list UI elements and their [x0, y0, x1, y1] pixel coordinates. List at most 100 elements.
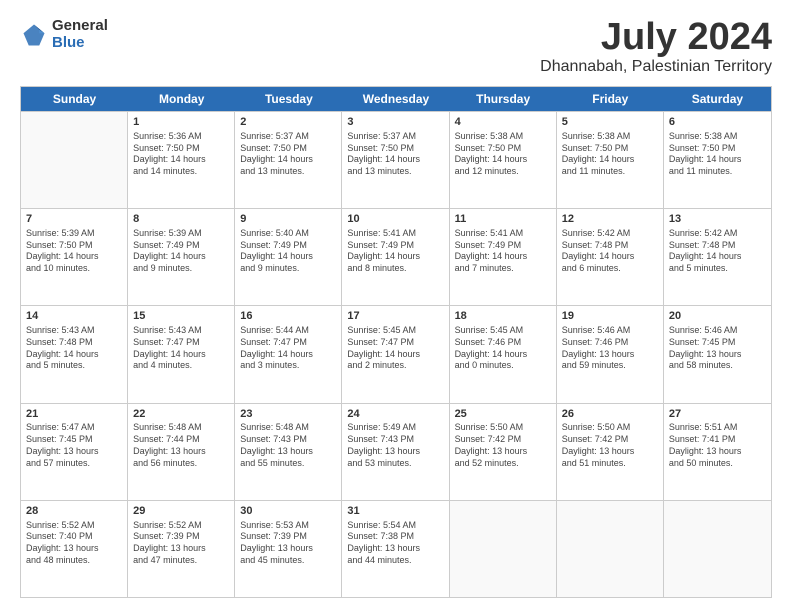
day-info: Sunrise: 5:51 AM Sunset: 7:41 PM Dayligh…: [669, 422, 766, 469]
day-number: 21: [26, 407, 122, 422]
day-header-tuesday: Tuesday: [235, 87, 342, 111]
day-cell-16: 16Sunrise: 5:44 AM Sunset: 7:47 PM Dayli…: [235, 306, 342, 402]
day-number: 18: [455, 309, 551, 324]
header: General Blue July 2024 Dhannabah, Palest…: [20, 18, 772, 76]
day-cell-9: 9Sunrise: 5:40 AM Sunset: 7:49 PM Daylig…: [235, 209, 342, 305]
day-number: 25: [455, 407, 551, 422]
day-number: 9: [240, 212, 336, 227]
title-block: July 2024 Dhannabah, Palestinian Territo…: [540, 18, 772, 76]
day-info: Sunrise: 5:36 AM Sunset: 7:50 PM Dayligh…: [133, 131, 229, 178]
day-number: 1: [133, 115, 229, 130]
day-cell-21: 21Sunrise: 5:47 AM Sunset: 7:45 PM Dayli…: [21, 404, 128, 500]
day-info: Sunrise: 5:39 AM Sunset: 7:50 PM Dayligh…: [26, 228, 122, 275]
day-number: 7: [26, 212, 122, 227]
day-info: Sunrise: 5:46 AM Sunset: 7:45 PM Dayligh…: [669, 325, 766, 372]
day-number: 16: [240, 309, 336, 324]
empty-cell: [557, 501, 664, 597]
day-number: 19: [562, 309, 658, 324]
day-number: 2: [240, 115, 336, 130]
day-number: 8: [133, 212, 229, 227]
day-cell-22: 22Sunrise: 5:48 AM Sunset: 7:44 PM Dayli…: [128, 404, 235, 500]
day-cell-8: 8Sunrise: 5:39 AM Sunset: 7:49 PM Daylig…: [128, 209, 235, 305]
day-cell-15: 15Sunrise: 5:43 AM Sunset: 7:47 PM Dayli…: [128, 306, 235, 402]
month-title: July 2024: [540, 18, 772, 56]
day-cell-6: 6Sunrise: 5:38 AM Sunset: 7:50 PM Daylig…: [664, 112, 771, 208]
day-number: 13: [669, 212, 766, 227]
day-number: 20: [669, 309, 766, 324]
day-number: 30: [240, 504, 336, 519]
day-cell-18: 18Sunrise: 5:45 AM Sunset: 7:46 PM Dayli…: [450, 306, 557, 402]
day-cell-3: 3Sunrise: 5:37 AM Sunset: 7:50 PM Daylig…: [342, 112, 449, 208]
day-number: 10: [347, 212, 443, 227]
calendar-row-1: 1Sunrise: 5:36 AM Sunset: 7:50 PM Daylig…: [21, 111, 771, 208]
day-cell-26: 26Sunrise: 5:50 AM Sunset: 7:42 PM Dayli…: [557, 404, 664, 500]
day-number: 6: [669, 115, 766, 130]
day-number: 31: [347, 504, 443, 519]
day-info: Sunrise: 5:42 AM Sunset: 7:48 PM Dayligh…: [562, 228, 658, 275]
calendar: SundayMondayTuesdayWednesdayThursdayFrid…: [20, 86, 772, 598]
day-number: 29: [133, 504, 229, 519]
day-info: Sunrise: 5:48 AM Sunset: 7:44 PM Dayligh…: [133, 422, 229, 469]
day-info: Sunrise: 5:54 AM Sunset: 7:38 PM Dayligh…: [347, 520, 443, 567]
day-cell-28: 28Sunrise: 5:52 AM Sunset: 7:40 PM Dayli…: [21, 501, 128, 597]
day-number: 22: [133, 407, 229, 422]
day-info: Sunrise: 5:45 AM Sunset: 7:46 PM Dayligh…: [455, 325, 551, 372]
empty-cell: [664, 501, 771, 597]
day-number: 5: [562, 115, 658, 130]
day-cell-20: 20Sunrise: 5:46 AM Sunset: 7:45 PM Dayli…: [664, 306, 771, 402]
day-number: 17: [347, 309, 443, 324]
logo-general: General: [52, 18, 108, 35]
day-cell-25: 25Sunrise: 5:50 AM Sunset: 7:42 PM Dayli…: [450, 404, 557, 500]
day-header-thursday: Thursday: [450, 87, 557, 111]
day-header-sunday: Sunday: [21, 87, 128, 111]
day-cell-1: 1Sunrise: 5:36 AM Sunset: 7:50 PM Daylig…: [128, 112, 235, 208]
location-title: Dhannabah, Palestinian Territory: [540, 58, 772, 76]
empty-cell: [21, 112, 128, 208]
day-info: Sunrise: 5:48 AM Sunset: 7:43 PM Dayligh…: [240, 422, 336, 469]
logo-text: General Blue: [52, 18, 108, 51]
day-number: 28: [26, 504, 122, 519]
day-info: Sunrise: 5:53 AM Sunset: 7:39 PM Dayligh…: [240, 520, 336, 567]
day-info: Sunrise: 5:47 AM Sunset: 7:45 PM Dayligh…: [26, 422, 122, 469]
day-header-friday: Friday: [557, 87, 664, 111]
day-info: Sunrise: 5:40 AM Sunset: 7:49 PM Dayligh…: [240, 228, 336, 275]
day-cell-5: 5Sunrise: 5:38 AM Sunset: 7:50 PM Daylig…: [557, 112, 664, 208]
day-info: Sunrise: 5:38 AM Sunset: 7:50 PM Dayligh…: [455, 131, 551, 178]
day-info: Sunrise: 5:52 AM Sunset: 7:39 PM Dayligh…: [133, 520, 229, 567]
day-info: Sunrise: 5:39 AM Sunset: 7:49 PM Dayligh…: [133, 228, 229, 275]
day-cell-7: 7Sunrise: 5:39 AM Sunset: 7:50 PM Daylig…: [21, 209, 128, 305]
day-number: 12: [562, 212, 658, 227]
day-number: 4: [455, 115, 551, 130]
day-cell-19: 19Sunrise: 5:46 AM Sunset: 7:46 PM Dayli…: [557, 306, 664, 402]
day-cell-24: 24Sunrise: 5:49 AM Sunset: 7:43 PM Dayli…: [342, 404, 449, 500]
day-cell-30: 30Sunrise: 5:53 AM Sunset: 7:39 PM Dayli…: [235, 501, 342, 597]
day-cell-11: 11Sunrise: 5:41 AM Sunset: 7:49 PM Dayli…: [450, 209, 557, 305]
logo: General Blue: [20, 18, 108, 51]
calendar-row-4: 21Sunrise: 5:47 AM Sunset: 7:45 PM Dayli…: [21, 403, 771, 500]
day-header-saturday: Saturday: [664, 87, 771, 111]
day-info: Sunrise: 5:50 AM Sunset: 7:42 PM Dayligh…: [562, 422, 658, 469]
day-number: 23: [240, 407, 336, 422]
page: General Blue July 2024 Dhannabah, Palest…: [0, 0, 792, 612]
day-info: Sunrise: 5:50 AM Sunset: 7:42 PM Dayligh…: [455, 422, 551, 469]
day-cell-12: 12Sunrise: 5:42 AM Sunset: 7:48 PM Dayli…: [557, 209, 664, 305]
day-cell-31: 31Sunrise: 5:54 AM Sunset: 7:38 PM Dayli…: [342, 501, 449, 597]
logo-icon: [20, 21, 48, 49]
day-number: 11: [455, 212, 551, 227]
calendar-header: SundayMondayTuesdayWednesdayThursdayFrid…: [21, 87, 771, 111]
calendar-body: 1Sunrise: 5:36 AM Sunset: 7:50 PM Daylig…: [21, 111, 771, 597]
day-info: Sunrise: 5:43 AM Sunset: 7:47 PM Dayligh…: [133, 325, 229, 372]
day-info: Sunrise: 5:45 AM Sunset: 7:47 PM Dayligh…: [347, 325, 443, 372]
day-info: Sunrise: 5:43 AM Sunset: 7:48 PM Dayligh…: [26, 325, 122, 372]
day-cell-23: 23Sunrise: 5:48 AM Sunset: 7:43 PM Dayli…: [235, 404, 342, 500]
day-info: Sunrise: 5:41 AM Sunset: 7:49 PM Dayligh…: [347, 228, 443, 275]
calendar-row-2: 7Sunrise: 5:39 AM Sunset: 7:50 PM Daylig…: [21, 208, 771, 305]
day-number: 27: [669, 407, 766, 422]
day-info: Sunrise: 5:44 AM Sunset: 7:47 PM Dayligh…: [240, 325, 336, 372]
day-number: 15: [133, 309, 229, 324]
day-number: 24: [347, 407, 443, 422]
day-cell-10: 10Sunrise: 5:41 AM Sunset: 7:49 PM Dayli…: [342, 209, 449, 305]
day-number: 3: [347, 115, 443, 130]
day-info: Sunrise: 5:41 AM Sunset: 7:49 PM Dayligh…: [455, 228, 551, 275]
day-cell-27: 27Sunrise: 5:51 AM Sunset: 7:41 PM Dayli…: [664, 404, 771, 500]
